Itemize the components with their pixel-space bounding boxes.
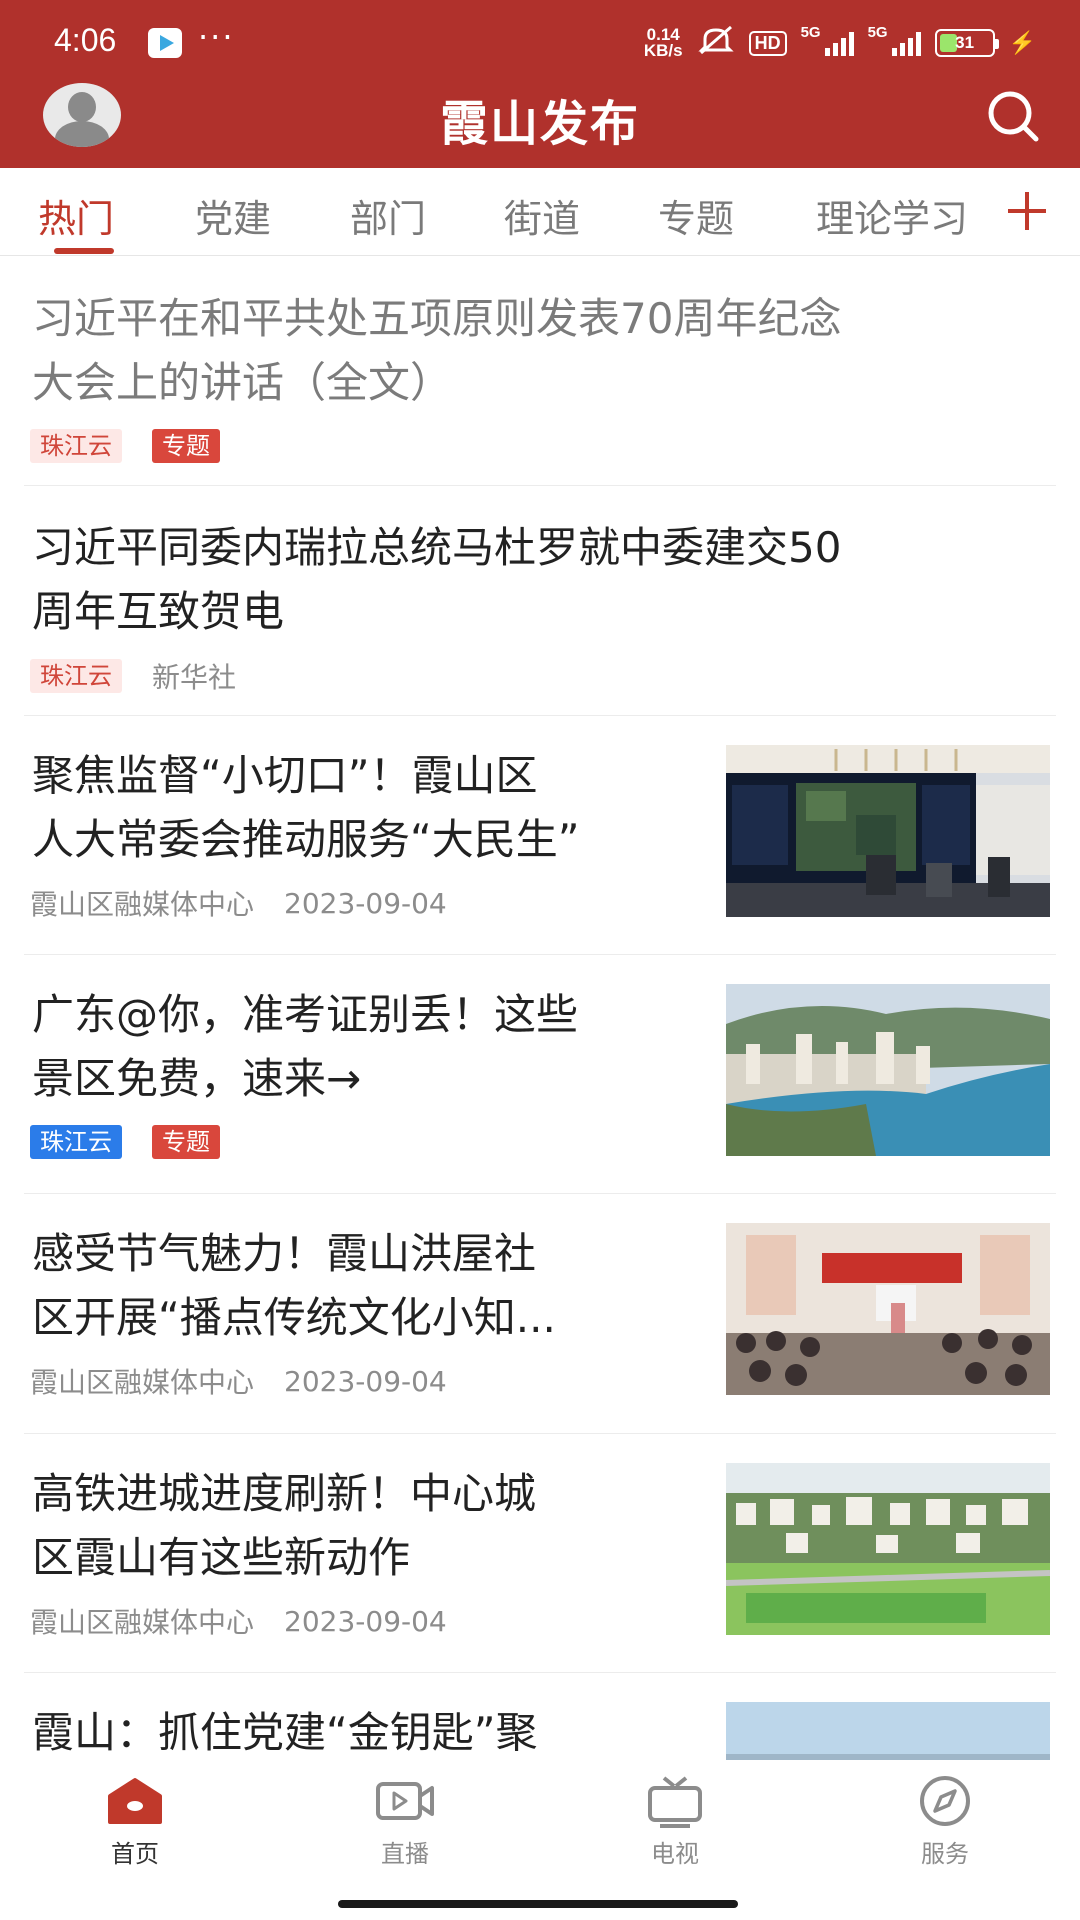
- nav-label: 直播: [381, 1840, 429, 1868]
- news-source: 霞山区融媒体中心: [30, 888, 255, 921]
- news-meta: 珠江云 专题: [30, 429, 220, 463]
- bottom-navigation: 首页 直播 电视 服务: [0, 1760, 1080, 1920]
- charging-icon: ⚡: [1008, 30, 1036, 55]
- home-indicator[interactable]: [338, 1900, 738, 1908]
- tab-topics[interactable]: 专题: [658, 188, 734, 243]
- news-meta: 珠江云 新华社: [30, 656, 236, 696]
- compass-icon: [920, 1776, 970, 1826]
- news-meta: 霞山区融媒体中心 2023-09-04: [30, 1361, 447, 1401]
- signal-label: 5G: [867, 24, 888, 41]
- network-speed: 0.14 KB/s: [643, 26, 683, 60]
- signal-label: 5G: [800, 24, 821, 41]
- channel-tabs: 热门 党建 部门 街道 专题 理论学习: [0, 168, 1080, 256]
- news-title: 聚焦监督“小切口”！霞山区 人大常委会推动服务“大民生”: [32, 751, 580, 864]
- status-indicators: 0.14 KB/s HD 5G 5G 31 ⚡: [643, 24, 1036, 61]
- news-meta: 霞山区融媒体中心 2023-09-04: [30, 1601, 447, 1641]
- nav-label: 电视: [651, 1840, 699, 1868]
- more-dots-icon: ···: [198, 18, 235, 56]
- tab-hot[interactable]: 热门: [38, 188, 114, 243]
- command-center-photo: [726, 745, 1050, 917]
- news-source: 霞山区融媒体中心: [30, 1366, 255, 1399]
- news-meta: 珠江云 专题: [30, 1125, 220, 1159]
- signal-icon: 5G: [801, 24, 854, 56]
- news-date: 2023-09-04: [284, 886, 447, 920]
- home-icon: [108, 1778, 162, 1824]
- nav-label: 服务: [921, 1840, 969, 1868]
- network-speed-unit: KB/s: [643, 41, 683, 60]
- news-meta: 霞山区融媒体中心 2023-09-04: [30, 883, 447, 923]
- source-tag: 珠江云: [30, 1125, 122, 1159]
- news-item[interactable]: 习近平同委内瑞拉总统马杜罗就中委建交50 周年互致贺电 珠江云 新华社: [24, 486, 1056, 716]
- nav-live[interactable]: 直播: [305, 1774, 505, 1869]
- news-feed: 习近平在和平共处五项原则发表70周年纪念 大会上的讲话（全文） 珠江云 专题 习…: [0, 257, 1080, 1760]
- battery-level: 31: [955, 33, 975, 52]
- classroom-event-photo: [726, 1223, 1050, 1395]
- media-app-icon: [148, 28, 182, 58]
- news-title: 广东@你，准考证别丢！这些 景区免费，速来→: [32, 990, 579, 1103]
- coastal-city-photo: [726, 984, 1050, 1156]
- app-title: 霞山发布: [439, 96, 640, 152]
- signal-icon: 5G: [868, 24, 921, 56]
- news-title: 高铁进城进度刷新！中心城 区霞山有这些新动作: [32, 1469, 537, 1582]
- nav-tv[interactable]: 电视: [575, 1774, 775, 1869]
- news-title: 感受节气魅力！霞山洪屋社 区开展“播点传统文化小知...: [32, 1229, 556, 1342]
- tab-departments[interactable]: 部门: [350, 188, 426, 243]
- news-item[interactable]: 霞山：抓住党建“金钥匙”聚: [24, 1673, 1056, 1760]
- status-bar: 4:06 ··· 0.14 KB/s HD 5G 5G 31 ⚡: [0, 0, 1080, 80]
- news-item[interactable]: 广东@你，准考证别丢！这些 景区免费，速来→ 珠江云 专题: [24, 955, 1056, 1194]
- tab-theory-study[interactable]: 理论学习: [816, 188, 968, 243]
- skyline-photo: [726, 1702, 1050, 1760]
- news-item[interactable]: 感受节气魅力！霞山洪屋社 区开展“播点传统文化小知... 霞山区融媒体中心 20…: [24, 1194, 1056, 1434]
- news-title: 习近平在和平共处五项原则发表70周年纪念 大会上的讲话（全文）: [32, 294, 842, 407]
- source-tag: 珠江云: [30, 659, 122, 693]
- news-item[interactable]: 聚焦监督“小切口”！霞山区 人大常委会推动服务“大民生” 霞山区融媒体中心 20…: [24, 716, 1056, 955]
- news-item[interactable]: 高铁进城进度刷新！中心城 区霞山有这些新动作 霞山区融媒体中心 2023-09-…: [24, 1434, 1056, 1673]
- tv-icon: [648, 1776, 702, 1828]
- app-header: 4:06 ··· 0.14 KB/s HD 5G 5G 31 ⚡ 霞山发布: [0, 0, 1080, 168]
- plus-icon[interactable]: [1004, 188, 1050, 234]
- news-date: 2023-09-04: [284, 1604, 447, 1638]
- nav-label: 首页: [111, 1840, 159, 1868]
- status-time: 4:06: [54, 22, 117, 58]
- active-tab-indicator: [54, 248, 114, 254]
- search-icon[interactable]: [985, 88, 1041, 144]
- aerial-town-photo: [726, 1463, 1050, 1635]
- news-title: 霞山：抓住党建“金钥匙”聚: [32, 1708, 538, 1757]
- topic-tag: 专题: [152, 1125, 220, 1159]
- live-video-icon: [376, 1782, 434, 1820]
- hd-badge: HD: [748, 30, 787, 56]
- news-source: 霞山区融媒体中心: [30, 1606, 255, 1639]
- battery-icon: 31: [934, 29, 999, 57]
- news-item[interactable]: 习近平在和平共处五项原则发表70周年纪念 大会上的讲话（全文） 珠江云 专题: [24, 257, 1056, 486]
- news-date: 2023-09-04: [284, 1364, 447, 1398]
- nav-home[interactable]: 首页: [35, 1774, 235, 1869]
- news-source: 新华社: [152, 661, 237, 694]
- news-title: 习近平同委内瑞拉总统马杜罗就中委建交50 周年互致贺电: [32, 523, 842, 636]
- tab-streets[interactable]: 街道: [504, 188, 580, 243]
- mute-icon: [697, 25, 735, 61]
- source-tag: 珠江云: [30, 429, 122, 463]
- nav-services[interactable]: 服务: [845, 1774, 1045, 1869]
- tab-party-building[interactable]: 党建: [195, 188, 271, 243]
- topic-tag: 专题: [152, 429, 220, 463]
